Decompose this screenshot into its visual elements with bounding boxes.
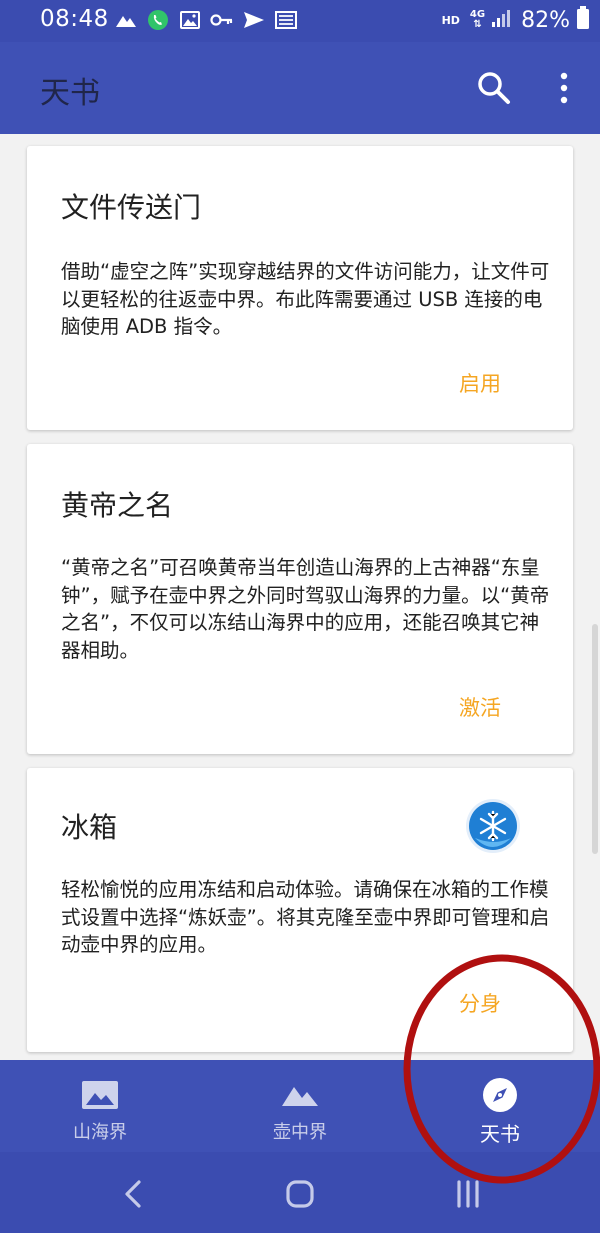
- scrollbar[interactable]: [592, 624, 598, 854]
- card-description: “黄帝之名”可召唤黄帝当年创造山海界的上古神器“东皇钟”，赋予在壶中界之外同时驾…: [61, 556, 550, 662]
- news-icon: [274, 8, 298, 32]
- card-file-portal: 文件传送门 借助“虚空之阵”实现穿越结界的文件访问能力，让文件可以更轻松的往返壶…: [27, 146, 573, 430]
- back-icon[interactable]: [116, 1176, 152, 1212]
- system-navigation-bar: [0, 1152, 600, 1233]
- recent-apps-icon[interactable]: [450, 1176, 486, 1212]
- mountain-icon: [280, 1078, 320, 1112]
- screen: 08:48 HD 4G ⇅ 82% 天书 文件传送门 借助“虚空之阵”实现穿越结…: [0, 0, 600, 1233]
- image-icon: [80, 1078, 120, 1112]
- bottom-navigation: 山海界 壶中界 天书: [0, 1060, 600, 1152]
- key-icon: [210, 8, 234, 32]
- compass-icon: [480, 1078, 520, 1112]
- clone-button[interactable]: 分身: [459, 988, 501, 1018]
- card-title: 文件传送门: [61, 191, 202, 224]
- status-right: HD 4G ⇅ 82%: [442, 6, 590, 34]
- page-title: 天书: [40, 76, 100, 111]
- send-icon: [242, 8, 266, 32]
- mountain-notification-icon: [114, 8, 138, 32]
- search-icon[interactable]: [474, 68, 514, 108]
- nav-item-huzhongjie[interactable]: 壶中界: [200, 1060, 400, 1152]
- card-icebox: 冰箱 轻松愉悦的应用冻结和启动体验。请确保在冰箱的工作模式设置中选择“炼妖壶”。…: [27, 768, 573, 1052]
- card-huangdi: 黄帝之名 “黄帝之名”可召唤黄帝当年创造山海界的上古神器“东皇钟”，赋予在壶中界…: [27, 444, 573, 754]
- hd-label: HD: [441, 13, 460, 27]
- status-time: 08:48: [40, 6, 109, 32]
- card-description: 借助“虚空之阵”实现穿越结界的文件访问能力，让文件可以更轻松的往返壶中界。布此阵…: [61, 260, 550, 338]
- card-description: 轻松愉悦的应用冻结和启动体验。请确保在冰箱的工作模式设置中选择“炼妖壶”。将其克…: [61, 878, 550, 956]
- phone-call-icon: [146, 8, 170, 32]
- more-vert-icon[interactable]: [552, 68, 576, 108]
- data-arrows-icon: ⇅: [473, 19, 482, 30]
- notification-icons: [114, 8, 298, 32]
- nav-label: 天书: [480, 1122, 520, 1146]
- nav-label: 壶中界: [273, 1122, 327, 1143]
- activate-button[interactable]: 激活: [459, 692, 501, 722]
- battery-percent: 82%: [521, 7, 570, 33]
- battery-icon: [576, 6, 590, 34]
- card-title: 黄帝之名: [61, 489, 174, 522]
- card-list[interactable]: 文件传送门 借助“虚空之阵”实现穿越结界的文件访问能力，让文件可以更轻松的往返壶…: [0, 134, 600, 1060]
- enable-button[interactable]: 启用: [459, 368, 501, 398]
- app-bar: 天书: [0, 42, 600, 134]
- signal-icon: [491, 8, 511, 32]
- gallery-notification-icon: [178, 8, 202, 32]
- nav-label: 山海界: [73, 1122, 127, 1143]
- network-type: 4G ⇅: [470, 10, 485, 30]
- status-bar: 08:48 HD 4G ⇅ 82%: [0, 0, 600, 42]
- snowflake-app-icon: [465, 798, 521, 854]
- home-icon[interactable]: [282, 1176, 318, 1212]
- nav-item-tianshu[interactable]: 天书: [400, 1060, 600, 1152]
- nav-item-shanhaijie[interactable]: 山海界: [0, 1060, 200, 1152]
- card-title: 冰箱: [61, 811, 118, 844]
